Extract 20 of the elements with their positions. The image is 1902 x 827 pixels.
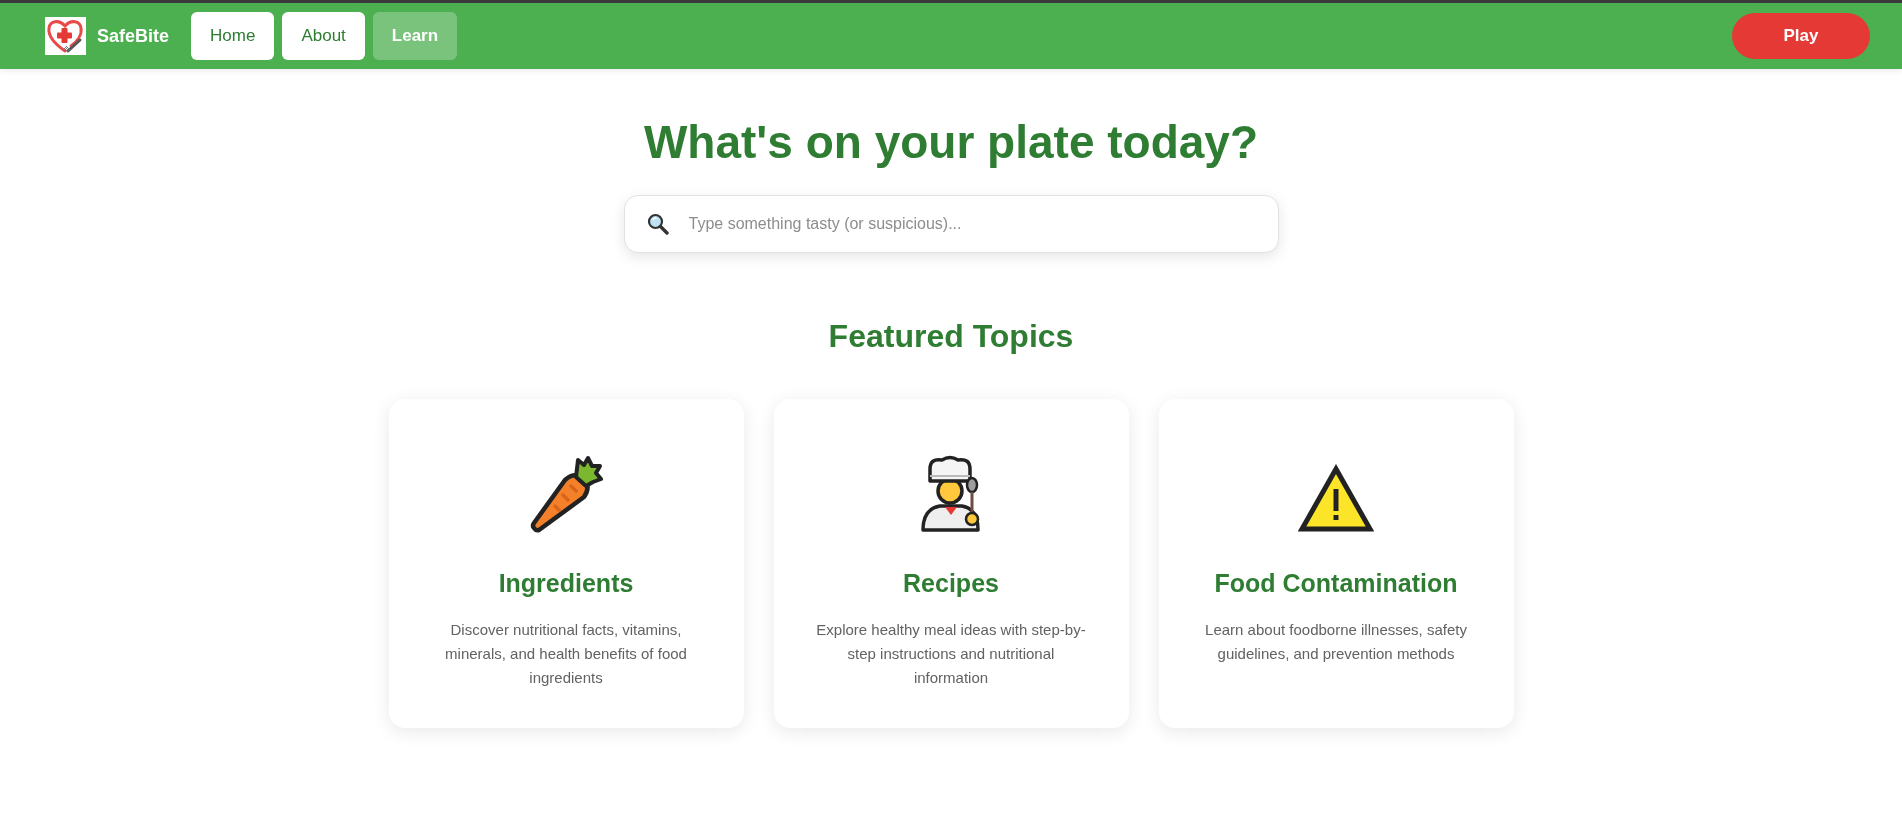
card-title: Ingredients (498, 568, 634, 599)
card-title: Food Contamination (1214, 568, 1458, 599)
brand-name: SafeBite (97, 25, 170, 47)
topic-card[interactable]: Ingredients Discover nutritional facts, vitamins, minerals, and health benefits of food ingredients (388, 399, 744, 728)
topic-card[interactable]: Recipes Explore healthy meal ideas with step-by-step instructions and nutritional information (773, 399, 1129, 728)
card-description: Discover nutritional facts, vitamins, minerals, and health benefits of food ingredients (444, 620, 688, 688)
page-title: What's on your plate today? (643, 115, 1259, 169)
card-title: Recipes (903, 568, 999, 599)
topic-card[interactable]: Food Contamination Learn about foodborne illnesses, safety guidelines, and prevention methods (1158, 399, 1514, 728)
nav-tab[interactable]: About (282, 12, 365, 60)
heart-logo-icon[interactable] (45, 17, 86, 55)
search-icon (646, 213, 669, 235)
card-description: Explore healthy meal ideas with step-by-step instructions and nutritional information (815, 620, 1087, 688)
search-field[interactable]: Type something tasty (or suspicious)... (623, 195, 1279, 253)
nav-tab[interactable]: Home (191, 12, 275, 60)
play-button[interactable]: Play (1732, 13, 1870, 59)
section-heading: Featured Topics (828, 317, 1074, 356)
carrot-icon (529, 455, 603, 533)
card-description: Learn about foodborne illnesses, safety guidelines, and prevention methods (1204, 620, 1468, 664)
warning-icon (1298, 464, 1374, 532)
